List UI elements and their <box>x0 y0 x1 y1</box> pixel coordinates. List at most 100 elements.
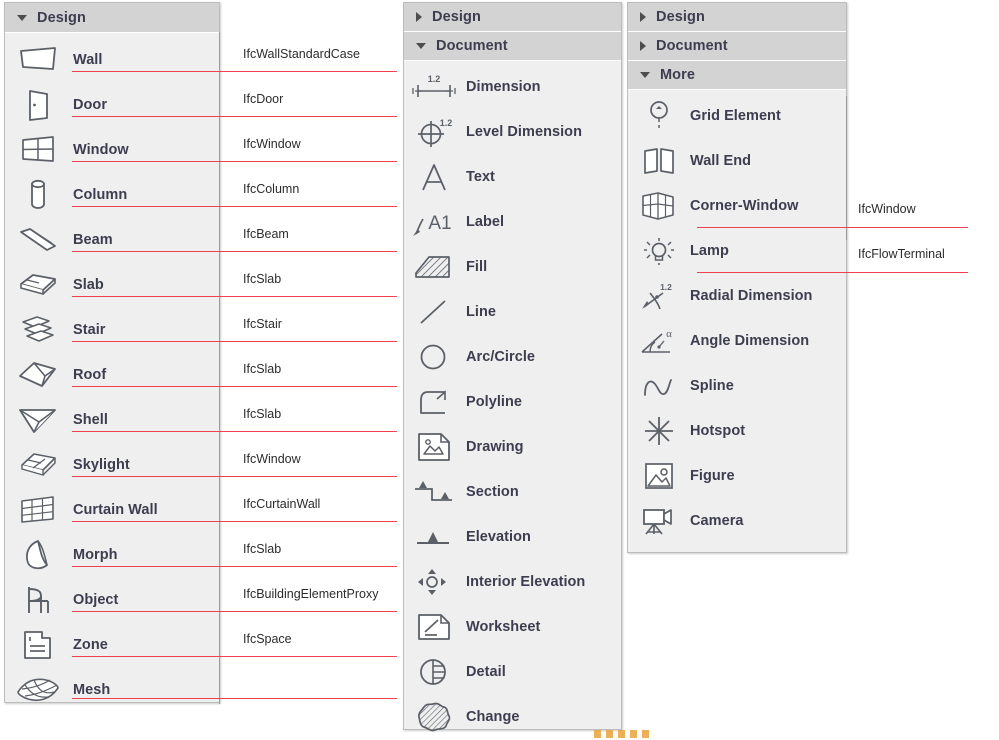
tool-row-drawing[interactable]: Drawing <box>404 424 621 469</box>
tool-row-slab[interactable]: Slab <box>5 262 219 307</box>
shell-icon <box>9 404 67 436</box>
tool-row-wall[interactable]: Wall <box>5 37 219 82</box>
ifc-name: IfcWindow <box>243 452 301 466</box>
radial-dimension-icon: 1.2 <box>632 279 686 313</box>
chevron-right-icon[interactable] <box>640 41 646 51</box>
tool-row-grid-element[interactable]: Grid Element <box>628 93 846 138</box>
tool-row-curtain-wall[interactable]: Curtain Wall <box>5 487 219 532</box>
tool-row-level-dimension[interactable]: 1.2 Level Dimension <box>404 109 621 154</box>
tool-row-beam[interactable]: Beam <box>5 217 219 262</box>
tool-row-angle-dimension[interactable]: α Angle Dimension <box>628 318 846 363</box>
change-icon <box>406 700 462 734</box>
group-header-design-collapsed[interactable]: Design <box>628 3 846 32</box>
tool-row-door[interactable]: Door <box>5 82 219 127</box>
ifc-name: IfcWindow <box>243 137 301 151</box>
tool-row-zone[interactable]: Zone <box>5 622 219 667</box>
tool-row-text[interactable]: Text <box>404 154 621 199</box>
slab-icon <box>9 270 67 300</box>
zone-icon <box>9 628 67 662</box>
tool-label: Lamp <box>690 243 729 259</box>
tool-row-elevation[interactable]: Elevation <box>404 514 621 559</box>
camera-icon <box>632 504 686 538</box>
tool-row-corner-window[interactable]: Corner-Window <box>628 183 846 228</box>
tool-row-polyline[interactable]: Polyline <box>404 379 621 424</box>
tool-row-wall-end[interactable]: Wall End <box>628 138 846 183</box>
fill-icon <box>406 251 462 283</box>
tool-row-figure[interactable]: Figure <box>628 453 846 498</box>
tool-row-shell[interactable]: Shell <box>5 397 219 442</box>
ifc-name: IfcSlab <box>243 272 281 286</box>
tool-row-window[interactable]: Window <box>5 127 219 172</box>
svg-text:A1: A1 <box>428 213 451 234</box>
mesh-icon <box>9 674 67 706</box>
tool-label: Hotspot <box>690 423 745 439</box>
tool-row-fill[interactable]: Fill <box>404 244 621 289</box>
tool-row-skylight[interactable]: Skylight <box>5 442 219 487</box>
tool-label: Skylight <box>73 457 130 473</box>
tool-row-lamp[interactable]: Lamp <box>628 228 846 273</box>
chevron-right-icon[interactable] <box>640 12 646 22</box>
tool-label: Mesh <box>73 682 110 698</box>
group-header-design-collapsed[interactable]: Design <box>404 3 621 32</box>
tool-row-object[interactable]: Object <box>5 577 219 622</box>
worksheet-icon <box>406 610 462 644</box>
tool-row-hotspot[interactable]: Hotspot <box>628 408 846 453</box>
level-dimension-icon: 1.2 <box>406 115 462 149</box>
tool-row-spline[interactable]: Spline <box>628 363 846 408</box>
tool-row-line[interactable]: Line <box>404 289 621 334</box>
chevron-down-icon[interactable] <box>640 72 650 78</box>
ifc-name: IfcBeam <box>243 227 289 241</box>
tool-label: Roof <box>73 367 106 383</box>
curtain-wall-icon <box>9 493 67 527</box>
group-header-design[interactable]: Design <box>5 3 219 33</box>
tool-row-mesh[interactable]: Mesh <box>5 667 219 712</box>
tool-label: Elevation <box>466 529 531 545</box>
tool-label: Change <box>466 709 519 725</box>
hotspot-icon <box>632 414 686 448</box>
group-title: Document <box>436 38 508 54</box>
tool-row-interior-elevation[interactable]: Interior Elevation <box>404 559 621 604</box>
tool-row-detail[interactable]: Detail <box>404 649 621 694</box>
tool-label: Camera <box>690 513 744 529</box>
corner-window-icon <box>632 190 686 222</box>
svg-text:1.2: 1.2 <box>440 118 453 128</box>
document-palette-panel: Design Document 1.2 Dimension 1.2 Level … <box>403 2 622 730</box>
tool-row-label[interactable]: A1 Label <box>404 199 621 244</box>
tool-label: Text <box>466 169 495 185</box>
tool-row-column[interactable]: Column <box>5 172 219 217</box>
tool-label: Radial Dimension <box>690 288 812 304</box>
morph-icon <box>9 538 67 572</box>
more-tool-list: Grid Element Wall End Corner-Window Lamp… <box>628 90 846 543</box>
tool-label: Polyline <box>466 394 522 410</box>
column-icon <box>9 178 67 212</box>
tool-label: Label <box>466 214 504 230</box>
group-title: Document <box>656 38 728 54</box>
group-header-more[interactable]: More <box>628 61 846 90</box>
tool-label: Curtain Wall <box>73 502 158 518</box>
tool-row-stair[interactable]: Stair <box>5 307 219 352</box>
tool-row-dimension[interactable]: 1.2 Dimension <box>404 64 621 109</box>
ifc-name: IfcWindow <box>858 202 916 216</box>
tool-row-section[interactable]: Section <box>404 469 621 514</box>
ifc-name: IfcSpace <box>243 632 292 646</box>
section-icon <box>406 476 462 508</box>
arc-circle-icon <box>406 341 462 373</box>
tool-label: Wall <box>73 52 102 68</box>
ifc-name: IfcCurtainWall <box>243 497 320 511</box>
tool-row-morph[interactable]: Morph <box>5 532 219 577</box>
tool-row-roof[interactable]: Roof <box>5 352 219 397</box>
svg-text:1.2: 1.2 <box>428 74 441 84</box>
tool-row-worksheet[interactable]: Worksheet <box>404 604 621 649</box>
tool-label: Interior Elevation <box>466 574 585 590</box>
group-header-document[interactable]: Document <box>404 32 621 61</box>
group-header-document-collapsed[interactable]: Document <box>628 32 846 61</box>
tool-row-camera[interactable]: Camera <box>628 498 846 543</box>
tool-row-radial-dimension[interactable]: 1.2 Radial Dimension <box>628 273 846 318</box>
tool-row-arc-circle[interactable]: Arc/Circle <box>404 334 621 379</box>
chevron-down-icon[interactable] <box>416 43 426 49</box>
tool-label: Column <box>73 187 127 203</box>
chevron-down-icon[interactable] <box>17 15 27 21</box>
tool-row-change[interactable]: Change <box>404 694 621 739</box>
stair-icon <box>9 313 67 347</box>
chevron-right-icon[interactable] <box>416 12 422 22</box>
